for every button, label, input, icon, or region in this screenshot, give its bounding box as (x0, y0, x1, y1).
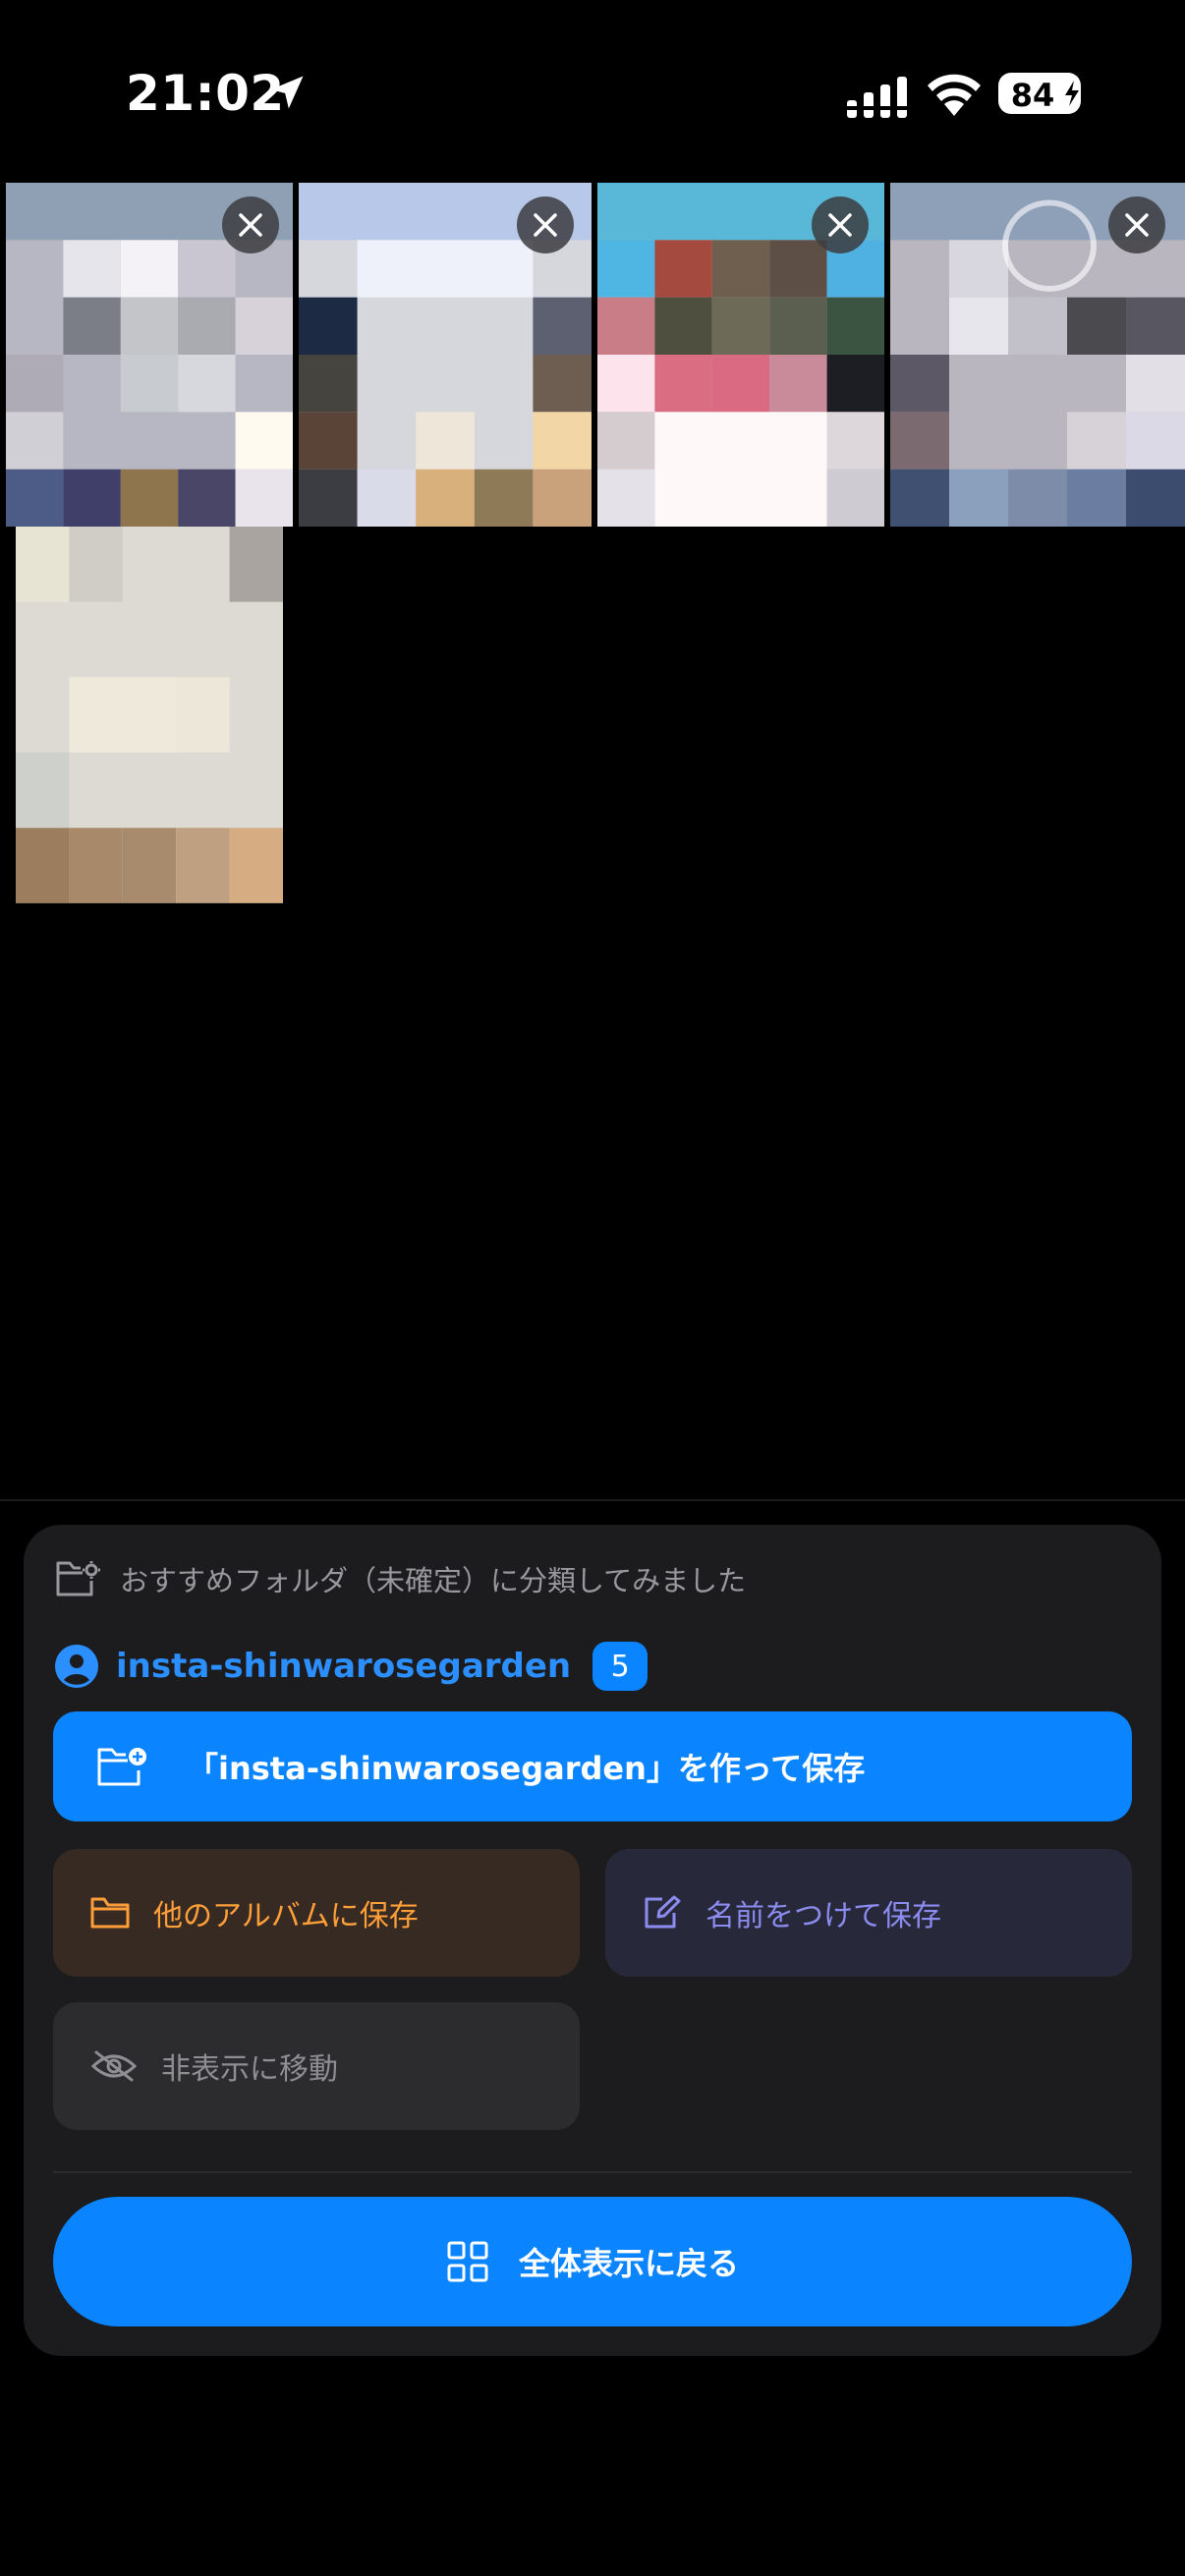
photo-thumbnail[interactable] (890, 183, 1185, 527)
photo-thumbnail[interactable] (597, 183, 884, 527)
save-to-other-album-label: 他のアルバムに保存 (153, 1899, 419, 1933)
back-to-all-view-label: 全体表示に戻る (518, 2245, 739, 2282)
panel-header: おすすめフォルダ（未確定）に分類してみました (55, 1554, 746, 1603)
photo-thumbnail[interactable] (16, 527, 283, 979)
folder-icon (90, 1897, 130, 1929)
create-folder-label: 「insta-shinwarosegarden」を作って保存 (187, 1750, 866, 1787)
grid-icon (447, 2241, 488, 2282)
save-to-other-album-button[interactable]: 他のアルバムに保存 (53, 1849, 580, 1977)
location-arrow-icon (270, 76, 304, 109)
status-time: 21:02 (126, 65, 285, 122)
photo-thumbnail[interactable] (6, 183, 293, 527)
close-icon (828, 213, 852, 237)
close-icon (1125, 213, 1149, 237)
panel-header-text: おすすめフォルダ（未確定）に分類してみました (120, 1564, 747, 1597)
wifi-icon (928, 74, 981, 116)
remove-photo-button[interactable] (517, 196, 574, 253)
photo-image (16, 527, 283, 979)
separator (0, 1499, 1185, 1501)
folder-suggestion-panel: おすすめフォルダ（未確定）に分類してみました insta-shinwaroseg… (24, 1525, 1161, 2356)
account-row: insta-shinwarosegarden 5 (55, 1639, 649, 1694)
photo-thumbnail[interactable] (299, 183, 592, 527)
battery-indicator: 84 (998, 73, 1081, 114)
close-icon (239, 213, 262, 237)
back-to-all-view-button[interactable]: 全体表示に戻る (53, 2197, 1132, 2326)
person-circle-icon (55, 1645, 98, 1688)
photo-count-badge: 5 (592, 1642, 649, 1691)
battery-charging-icon (1065, 81, 1079, 106)
eye-slash-icon (90, 2050, 138, 2082)
status-bar: 21:02 84 (0, 0, 1185, 187)
panel-divider (53, 2171, 1132, 2173)
remove-photo-button[interactable] (812, 196, 869, 253)
save-with-name-label: 名前をつけて保存 (705, 1899, 941, 1933)
remove-photo-button[interactable] (1108, 196, 1165, 253)
battery-level: 84 (1010, 77, 1055, 114)
move-to-hidden-button[interactable]: 非表示に移動 (53, 2002, 580, 2130)
cellular-signal-icon (847, 77, 908, 118)
photo-grid (0, 183, 1185, 979)
save-with-name-button[interactable]: 名前をつけて保存 (605, 1849, 1132, 1977)
folder-add-icon (97, 1748, 146, 1786)
folder-settings-icon (56, 1561, 100, 1596)
create-folder-and-save-button[interactable]: 「insta-shinwarosegarden」を作って保存 (53, 1711, 1132, 1821)
edit-icon (645, 1895, 681, 1929)
account-name: insta-shinwarosegarden (116, 1647, 572, 1686)
remove-photo-button[interactable] (222, 196, 279, 253)
close-icon (534, 213, 557, 237)
move-to-hidden-label: 非表示に移動 (161, 2052, 338, 2087)
